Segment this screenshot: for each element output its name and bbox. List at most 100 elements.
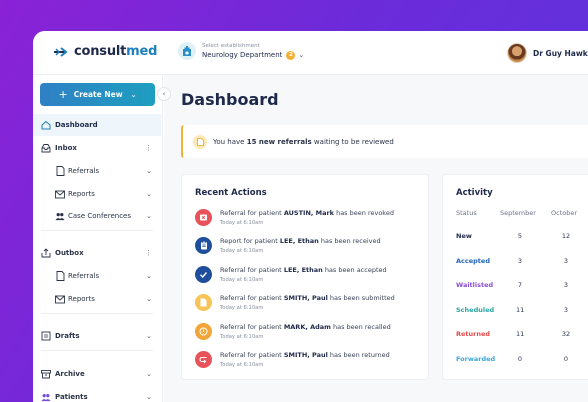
sidebar-divider	[41, 313, 153, 314]
establishment-name: Neurology Department	[202, 51, 283, 59]
avatar	[507, 43, 527, 63]
logo-arrows-icon	[54, 46, 68, 57]
patient-name: LEE, Ethan	[283, 265, 323, 274]
sidebar-divider	[41, 350, 153, 351]
sidebar-item-outbox-reports[interactable]: Reports ⌄	[33, 288, 161, 310]
activity-status: Returned	[456, 330, 491, 339]
sidebar-item-case-conferences[interactable]: Case Conferences ⌄	[33, 205, 161, 227]
action-timestamp: Today at 6:10am	[220, 248, 264, 255]
archive-icon	[41, 369, 51, 379]
recent-actions-title: Recent Actions	[195, 188, 267, 198]
action-timestamp: Today at 6:10am	[220, 333, 264, 340]
activity-status: New	[456, 232, 472, 240]
recent-action-item[interactable]: Referral for patient LEE, Ethan has been…	[195, 264, 425, 288]
activity-row[interactable]: Waitlisted 7 3	[443, 281, 588, 306]
action-timestamp: Today at 6:10am	[220, 305, 264, 312]
check-icon	[195, 265, 212, 283]
october-value: 3	[563, 256, 569, 265]
patient-name: SMITH, Paul	[283, 294, 328, 303]
sidebar-item-inbox-referrals[interactable]: Referrals ⌄	[33, 160, 161, 182]
sidebar-item-outbox[interactable]: Outbox ⋮	[33, 242, 161, 264]
october-value: 32	[561, 330, 571, 339]
main-content: Dashboard You have 15 new referrals wait…	[164, 75, 588, 402]
create-new-button[interactable]: + Create New ⌄	[40, 83, 155, 106]
recent-action-item[interactable]: Referral for patient MARK, Adam has been…	[195, 321, 425, 345]
activity-row[interactable]: Accepted 3 3	[443, 257, 588, 282]
sidebar: + Create New ⌄ Dashboard Inbox ⋮ Referra…	[33, 75, 163, 402]
chevron-down-icon: ⌄	[146, 190, 152, 198]
chevron-down-icon: ⌄	[146, 370, 152, 378]
people-icon	[55, 211, 65, 221]
logo-text: consultmed	[74, 44, 158, 59]
october-value: 0	[563, 355, 569, 363]
app-logo[interactable]: consultmed	[53, 44, 157, 59]
user-name: Dr Guy Hawkins	[533, 48, 588, 58]
home-icon	[41, 120, 51, 130]
establishment-selector[interactable]: Select establishment Neurology Departmen…	[178, 42, 304, 60]
patients-icon	[41, 392, 51, 402]
user-menu[interactable]: Dr Guy Hawkins	[507, 43, 588, 63]
sidebar-item-label: Referrals	[68, 272, 100, 280]
patient-name: AUSTIN, Mark	[283, 209, 335, 217]
activity-row[interactable]: New 5 12	[443, 232, 588, 257]
activity-row[interactable]: Scheduled 11 3	[443, 306, 588, 331]
september-value: 0	[517, 355, 523, 363]
sidebar-item-label: Dashboard	[55, 121, 98, 129]
inbox-icon	[41, 143, 51, 153]
mail-icon	[55, 294, 65, 304]
october-value: 12	[561, 232, 571, 240]
action-timestamp: Today at 6:10am	[220, 362, 264, 368]
establishment-caption: Select establishment	[202, 42, 260, 49]
action-text: Report for patient LEE, Ethan has been r…	[220, 237, 381, 246]
chevron-down-icon: ⌄	[146, 212, 152, 220]
clipboard-icon	[195, 237, 212, 255]
sidebar-item-label: Drafts	[55, 332, 80, 340]
more-vertical-icon[interactable]: ⋮	[145, 249, 152, 257]
activity-status: Accepted	[456, 256, 490, 265]
plus-icon: +	[58, 88, 68, 101]
return-icon	[195, 351, 212, 368]
sidebar-item-label: Case Conferences	[68, 212, 132, 220]
recent-action-item[interactable]: Referral for patient SMITH, Paul has bee…	[195, 349, 425, 373]
october-value: 3	[563, 305, 569, 314]
close-doc-icon	[195, 209, 212, 226]
sidebar-item-patients[interactable]: Patients ⌄	[33, 386, 161, 402]
recent-action-item[interactable]: Referral for patient AUSTIN, Mark has be…	[195, 207, 425, 231]
september-value: 5	[517, 232, 523, 240]
chevron-down-icon: ⌄	[146, 295, 152, 303]
action-text: Referral for patient LEE, Ethan has been…	[220, 265, 387, 274]
notice-text: You have 15 new referrals waiting to be …	[213, 137, 394, 146]
document-icon	[195, 294, 212, 312]
activity-title: Activity	[456, 188, 493, 198]
document-icon	[55, 271, 65, 281]
activity-row[interactable]: Returned 11 32	[443, 330, 588, 355]
activity-row[interactable]: Forwarded 0 0	[443, 355, 588, 380]
patient-name: LEE, Ethan	[279, 237, 319, 246]
sidebar-item-archive[interactable]: Archive ⌄	[33, 363, 161, 385]
action-text: Referral for patient SMITH, Paul has bee…	[220, 351, 390, 359]
sidebar-divider	[41, 230, 153, 231]
recent-action-item[interactable]: Referral for patient SMITH, Paul has bee…	[195, 292, 425, 316]
referrals-notice: You have 15 new referrals waiting to be …	[181, 125, 588, 158]
sidebar-item-dashboard[interactable]: Dashboard	[33, 114, 161, 136]
september-value: 11	[516, 305, 525, 314]
sidebar-item-inbox-reports[interactable]: Reports ⌄	[33, 183, 161, 205]
collapse-sidebar-icon[interactable]: ‹	[157, 87, 171, 101]
recent-action-item[interactable]: Report for patient LEE, Ethan has been r…	[195, 235, 425, 259]
chevron-down-icon: ⌄	[146, 332, 152, 340]
sidebar-item-label: Referrals	[68, 167, 100, 175]
sidebar-item-label: Reports	[68, 190, 95, 198]
chevron-down-icon: ⌄	[130, 90, 137, 99]
sidebar-item-drafts[interactable]: Drafts ⌄	[33, 325, 161, 347]
sidebar-item-label: Reports	[68, 295, 95, 303]
app-window: consultmed Select establishment Neurolog…	[33, 31, 588, 402]
october-value: 3	[563, 281, 569, 290]
hospital-icon	[178, 42, 196, 60]
chevron-down-icon: ⌄	[298, 51, 305, 59]
more-vertical-icon[interactable]: ⋮	[145, 144, 152, 152]
page-title: Dashboard	[181, 90, 279, 109]
sidebar-item-outbox-referrals[interactable]: Referrals ⌄	[33, 265, 161, 287]
sidebar-item-inbox[interactable]: Inbox ⋮	[33, 137, 161, 159]
patient-name: SMITH, Paul	[283, 351, 328, 359]
establishment-count-badge: 2	[286, 50, 296, 60]
